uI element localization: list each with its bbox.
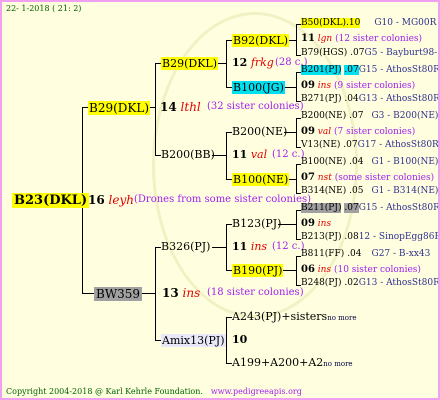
connector xyxy=(226,40,227,87)
root-colony: B23(DKL) xyxy=(12,193,90,208)
connector xyxy=(155,247,156,340)
connector xyxy=(296,118,297,147)
gen4-row-14: 09 ins xyxy=(301,218,332,229)
gen2-c-note: (12 c.) xyxy=(272,241,305,252)
copyright-text: Copyright 2004-2018 @ Karl Kehrle Founda… xyxy=(6,387,203,396)
gen3-a2-colony: B100(JG) xyxy=(232,81,285,94)
gen3-b2-colony: B100(NE) xyxy=(232,173,290,186)
gen2-d-colony: Amix13(PJ) xyxy=(161,334,226,347)
sire-note: (32 sister colonies) xyxy=(207,101,304,112)
gen3-c1-colony: B123(PJ) xyxy=(232,217,282,230)
connector xyxy=(226,132,227,179)
gen2-b-info: 11 val xyxy=(232,148,268,161)
connector xyxy=(226,224,227,270)
gen3-d1-colony: A243(PJ)+sistersno more xyxy=(232,310,357,323)
gen4-row-6: B271(PJ) .04G13 - AthosSt80R xyxy=(301,94,440,104)
dam-info: 13 ins xyxy=(162,286,201,300)
gen3-c2-colony: B190(PJ) xyxy=(232,264,284,277)
gen4-row-16: B811(FF) .04 G27 - B-xx43 xyxy=(301,249,431,259)
gen2-c-info: 11 ins xyxy=(232,240,268,253)
gen4-row-4: B201(PJ) .07G15 - AthosSt80R xyxy=(301,65,440,75)
pedigree-frame: 22- 1-2018 ( 21: 2) B23(DKL) B29(DKL) 14… xyxy=(0,0,440,400)
gen2-c-colony: B326(PJ) xyxy=(161,240,211,253)
gen2-a-info: 12 frkg xyxy=(232,56,274,69)
gen4-row-5: 09 ins (9 sister colonies) xyxy=(301,80,416,91)
gen4-row-13: B211(PJ) .07G15 - AthosSt80R xyxy=(301,203,440,213)
gen4-row-3: B79(HGS) .07G5 - Bayburt98-3 xyxy=(301,48,440,58)
gen4-row-9: V13(NE) .07G17 - AthosSt80R xyxy=(301,140,439,150)
connector xyxy=(82,293,94,294)
sire-colony: B29(DKL) xyxy=(88,101,151,115)
site-link[interactable]: www.pedigreeapis.org xyxy=(211,387,302,396)
gen4-row-2: 11 lgn (12 sister colonies) xyxy=(301,33,423,44)
connector xyxy=(296,24,297,55)
connector xyxy=(296,210,297,239)
header-timestamp: 22- 1-2018 ( 21: 2) xyxy=(6,4,82,13)
dam-note: (18 sister colonies) xyxy=(207,287,304,298)
gen4-row-11: 07 nst (some sister colonies) xyxy=(301,172,435,183)
gen2-b-colony: B200(BB) xyxy=(161,148,215,161)
gen2-d-num: 10 xyxy=(232,333,248,346)
gen4-row-8: 09 val (7 sister colonies) xyxy=(301,126,416,137)
drone-note: (Drones from some sister colonies) xyxy=(134,194,312,205)
gen2-a-colony: B29(DKL) xyxy=(161,57,219,70)
gen4-row-10: B100(NE) .04 G1 - B100(NE) xyxy=(301,157,439,167)
gen3-b1-colony: B200(NE) xyxy=(232,125,288,138)
dam-colony: BW359 xyxy=(94,287,143,301)
connector xyxy=(296,164,297,193)
gen4-row-15: B213(PJ) .0812 - SinopEgg86R xyxy=(301,232,440,242)
drone-info: 16 leyh xyxy=(88,193,134,207)
connector xyxy=(296,256,297,285)
connector xyxy=(155,63,156,155)
gen3-a1-colony: B92(DKL) xyxy=(232,34,290,47)
footer: Copyright 2004-2018 @ Karl Kehrle Founda… xyxy=(6,388,302,396)
gen4-row-1: B50(DKL).10 G10 - MG00R xyxy=(301,18,437,28)
sire-info: 14 lthl xyxy=(160,100,201,114)
gen3-d2-colony: A199+A200+A2no more xyxy=(232,356,353,369)
gen2-b-note: (12 c.) xyxy=(272,149,305,160)
connector xyxy=(296,72,297,101)
connector xyxy=(212,247,226,248)
connector xyxy=(226,317,227,363)
gen4-row-17: 06 ins (10 sister colonies) xyxy=(301,264,421,275)
gen4-row-7: B200(NE) .07 G3 - B200(NE) xyxy=(301,111,439,121)
gen4-row-18: B248(PJ) .02G13 - AthosSt80R xyxy=(301,278,440,288)
gen4-row-12: B314(NE) .05 G1 - B314(NE) xyxy=(301,186,439,196)
